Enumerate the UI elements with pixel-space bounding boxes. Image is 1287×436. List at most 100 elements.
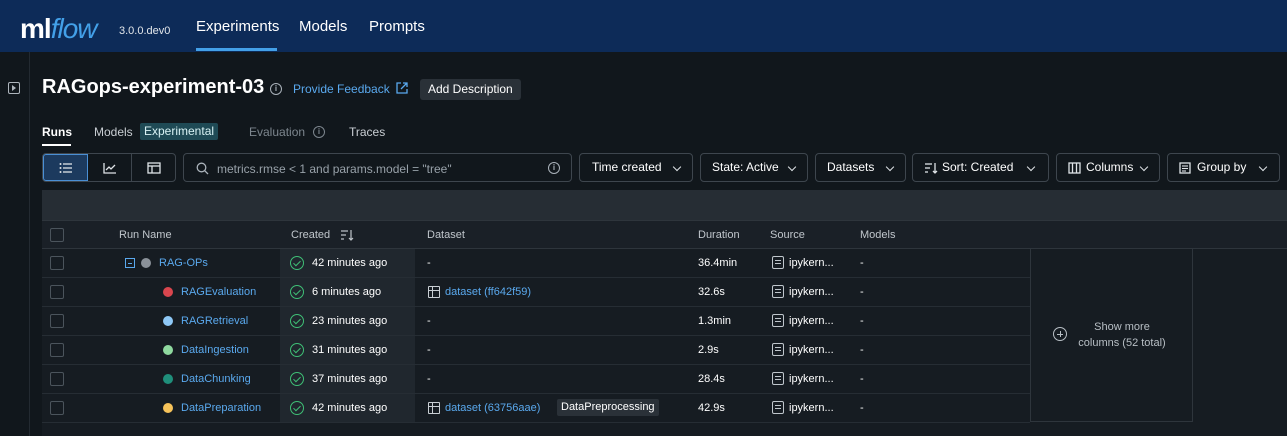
columns-dropdown[interactable]: Columns <box>1056 153 1160 182</box>
table-view-button[interactable] <box>132 154 175 181</box>
row-checkbox[interactable] <box>50 256 64 270</box>
run-name-link[interactable]: RAG-OPs <box>159 257 208 269</box>
sort-label: Sort: Created <box>942 160 1014 174</box>
created-time: 37 minutes ago <box>312 373 388 385</box>
dataset-link[interactable]: dataset (ff642f59) <box>445 286 531 298</box>
tab-evaluation[interactable]: Evaluation <box>249 125 305 139</box>
chevron-down-icon <box>1026 162 1036 172</box>
show-more-columns-label: Show more columns (52 total) <box>1067 319 1177 351</box>
header-dataset[interactable]: Dataset <box>427 229 465 241</box>
dataset-link[interactable]: dataset (63756aae) <box>445 402 540 414</box>
created-time: 42 minutes ago <box>312 402 388 414</box>
evaluation-info-icon[interactable]: i <box>313 126 325 138</box>
header-models[interactable]: Models <box>860 229 895 241</box>
run-name-link[interactable]: DataPreparation <box>181 402 261 414</box>
dataset-cell: - <box>427 344 431 356</box>
run-search-input[interactable]: metrics.rmse < 1 and params.model = "tre… <box>183 153 572 182</box>
datasets-label: Datasets <box>827 160 875 174</box>
duration-cell: 2.9s <box>698 344 719 356</box>
notebook-icon <box>772 314 784 327</box>
created-time: 6 minutes ago <box>312 286 382 298</box>
table-row[interactable]: DataPreparation 42 minutes ago dataset (… <box>42 394 1030 423</box>
logo-flow-text: flow <box>50 13 98 44</box>
table-row[interactable]: RAGRetrieval 23 minutes ago - 1.3min ipy… <box>42 307 1030 336</box>
header-source[interactable]: Source <box>770 229 805 241</box>
row-checkbox[interactable] <box>50 285 64 299</box>
group-by-icon <box>1179 162 1191 174</box>
duration-cell: 28.4s <box>698 373 725 385</box>
source-cell[interactable]: ipykern... <box>789 373 834 385</box>
active-nav-indicator <box>196 48 277 51</box>
source-cell[interactable]: ipykern... <box>789 257 834 269</box>
collapse-icon[interactable] <box>125 258 135 268</box>
notebook-icon <box>772 372 784 385</box>
show-more-line-2: columns (52 total) <box>1078 337 1166 349</box>
sidebar-toggle-icon[interactable] <box>8 82 20 94</box>
notebook-icon <box>772 401 784 414</box>
source-cell[interactable]: ipykern... <box>789 315 834 327</box>
experimental-badge: Experimental <box>140 123 219 140</box>
columns-icon <box>1068 162 1081 174</box>
select-all-checkbox[interactable] <box>50 228 64 242</box>
group-by-label: Group by <box>1197 160 1247 174</box>
sort-dropdown[interactable]: Sort: Created <box>912 153 1049 182</box>
datasets-dropdown[interactable]: Datasets <box>815 153 906 182</box>
sort-desc-icon[interactable] <box>340 229 354 241</box>
view-mode-group <box>42 153 176 182</box>
show-more-columns-button[interactable]: Show more columns (52 total) <box>1030 249 1193 422</box>
nav-tab-experiments[interactable]: Experiments <box>196 18 279 35</box>
info-icon[interactable]: i <box>270 83 282 95</box>
time-created-dropdown[interactable]: Time created <box>579 153 693 182</box>
table-row[interactable]: RAGEvaluation 6 minutes ago dataset (ff6… <box>42 278 1030 307</box>
search-info-icon[interactable]: i <box>548 162 560 174</box>
nav-tab-prompts[interactable]: Prompts <box>369 18 425 35</box>
run-name-link[interactable]: RAGRetrieval <box>181 315 248 327</box>
state-dropdown[interactable]: State: Active <box>700 153 808 182</box>
top-nav-bar: ml flow 3.0.0.dev0 Experiments Models Pro… <box>0 0 1287 52</box>
tab-runs[interactable]: Runs <box>42 125 72 139</box>
header-created[interactable]: Created <box>291 229 330 241</box>
status-success-icon <box>290 343 304 357</box>
chevron-down-icon <box>1139 162 1149 172</box>
status-success-icon <box>290 285 304 299</box>
source-cell[interactable]: ipykern... <box>789 286 834 298</box>
row-checkbox[interactable] <box>50 343 64 357</box>
page-title: RAGops-experiment-03 <box>42 76 265 98</box>
chart-view-button[interactable] <box>88 154 132 181</box>
row-checkbox[interactable] <box>50 401 64 415</box>
provide-feedback-link[interactable]: Provide Feedback <box>293 82 390 96</box>
dataset-context-tag: DataPreprocessing <box>557 399 659 416</box>
source-cell[interactable]: ipykern... <box>789 402 834 414</box>
show-more-line-1: Show more <box>1094 321 1150 333</box>
header-duration[interactable]: Duration <box>698 229 740 241</box>
search-icon <box>196 162 209 175</box>
table-row[interactable]: RAG-OPs 42 minutes ago - 36.4min ipykern… <box>42 249 1030 278</box>
table-row[interactable]: DataIngestion 31 minutes ago - 2.9s ipyk… <box>42 336 1030 365</box>
row-checkbox[interactable] <box>50 372 64 386</box>
models-cell: - <box>860 257 864 269</box>
group-by-dropdown[interactable]: Group by <box>1167 153 1280 182</box>
mlflow-logo[interactable]: ml flow <box>20 6 98 46</box>
created-time: 31 minutes ago <box>312 344 388 356</box>
run-color-dot <box>163 316 173 326</box>
left-rail <box>0 52 30 436</box>
row-checkbox[interactable] <box>50 314 64 328</box>
nav-tab-models[interactable]: Models <box>299 18 347 35</box>
duration-cell: 42.9s <box>698 402 725 414</box>
models-cell: - <box>860 344 864 356</box>
tab-models[interactable]: Models <box>94 125 133 139</box>
table-row[interactable]: DataChunking 37 minutes ago - 28.4s ipyk… <box>42 365 1030 394</box>
sort-icon <box>925 163 938 174</box>
source-cell[interactable]: ipykern... <box>789 344 834 356</box>
tab-traces[interactable]: Traces <box>349 125 385 139</box>
notebook-icon <box>772 285 784 298</box>
run-name-link[interactable]: DataIngestion <box>181 344 249 356</box>
header-run-name[interactable]: Run Name <box>119 229 172 241</box>
models-cell: - <box>860 286 864 298</box>
run-name-link[interactable]: DataChunking <box>181 373 251 385</box>
dataset-table-icon <box>428 402 440 414</box>
add-description-button[interactable]: Add Description <box>420 79 521 100</box>
duration-cell: 36.4min <box>698 257 738 269</box>
list-view-button[interactable] <box>43 154 88 181</box>
run-name-link[interactable]: RAGEvaluation <box>181 286 256 298</box>
